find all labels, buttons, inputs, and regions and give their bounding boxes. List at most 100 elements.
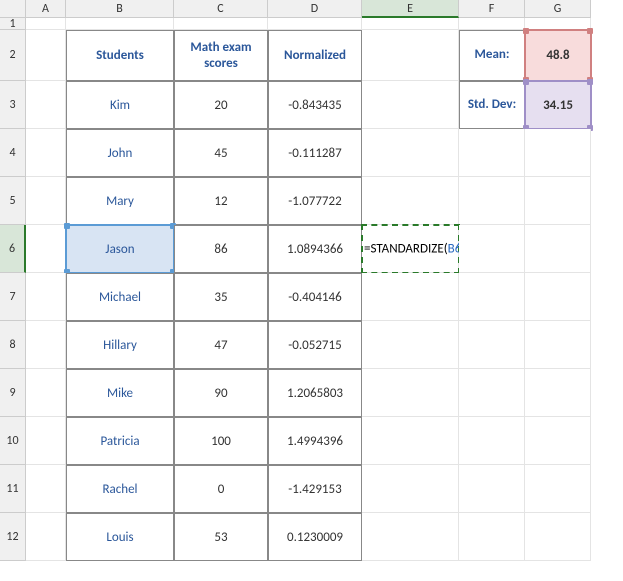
cell-B5[interactable]: Mary bbox=[66, 177, 174, 225]
cell-E12[interactable] bbox=[362, 513, 459, 561]
cell-D2[interactable]: Normalized bbox=[268, 30, 362, 81]
cell-F5[interactable] bbox=[459, 177, 525, 225]
cell-C9[interactable]: 90 bbox=[174, 369, 268, 417]
cell-B12[interactable]: Louis bbox=[66, 513, 174, 561]
cell-C4[interactable]: 45 bbox=[174, 129, 268, 177]
cell-F3[interactable]: Std. Dev: bbox=[459, 81, 525, 129]
cell-F7[interactable] bbox=[459, 273, 525, 321]
cell-F6[interactable] bbox=[459, 225, 525, 273]
cell-F12[interactable] bbox=[459, 513, 525, 561]
cell-D12[interactable]: 0.1230009 bbox=[268, 513, 362, 561]
cell-B3[interactable]: Kim bbox=[66, 81, 174, 129]
cell-D5[interactable]: -1.077722 bbox=[268, 177, 362, 225]
row-header-12[interactable]: 12 bbox=[0, 513, 26, 561]
cell-A2[interactable] bbox=[26, 30, 66, 81]
cell-E9[interactable] bbox=[362, 369, 459, 417]
row-header-5[interactable]: 5 bbox=[0, 177, 26, 225]
row-header-9[interactable]: 9 bbox=[0, 369, 26, 417]
cell-B2[interactable]: Students bbox=[66, 30, 174, 81]
cell-E6[interactable]: =STANDARDIZE(B6;G2;G3) bbox=[362, 225, 459, 273]
cell-E5[interactable] bbox=[362, 177, 459, 225]
row-header-6[interactable]: 6 bbox=[0, 225, 26, 273]
row-header-4[interactable]: 4 bbox=[0, 129, 26, 177]
cell-B9[interactable]: Mike bbox=[66, 369, 174, 417]
cell-D1[interactable] bbox=[268, 18, 362, 30]
col-header-G[interactable]: G bbox=[525, 0, 591, 18]
cell-F11[interactable] bbox=[459, 465, 525, 513]
row-header-2[interactable]: 2 bbox=[0, 30, 26, 81]
cell-E3[interactable] bbox=[362, 81, 459, 129]
cell-A10[interactable] bbox=[26, 417, 66, 465]
cell-C6[interactable]: 86 bbox=[174, 225, 268, 273]
cell-C1[interactable] bbox=[174, 18, 268, 30]
cell-G6[interactable] bbox=[525, 225, 591, 273]
cell-D6[interactable]: 1.0894366 bbox=[268, 225, 362, 273]
cell-B1[interactable] bbox=[66, 18, 174, 30]
cell-B6[interactable]: Jason bbox=[66, 225, 174, 273]
cell-B4[interactable]: John bbox=[66, 129, 174, 177]
cell-B7[interactable]: Michael bbox=[66, 273, 174, 321]
cell-F8[interactable] bbox=[459, 321, 525, 369]
cell-E8[interactable] bbox=[362, 321, 459, 369]
cell-A4[interactable] bbox=[26, 129, 66, 177]
cell-A9[interactable] bbox=[26, 369, 66, 417]
cell-E4[interactable] bbox=[362, 129, 459, 177]
cell-C11[interactable]: 0 bbox=[174, 465, 268, 513]
col-header-E[interactable]: E bbox=[362, 0, 459, 18]
cell-A3[interactable] bbox=[26, 81, 66, 129]
cell-F2[interactable]: Mean: bbox=[459, 30, 525, 81]
col-header-D[interactable]: D bbox=[268, 0, 362, 18]
cell-D7[interactable]: -0.404146 bbox=[268, 273, 362, 321]
cell-G7[interactable] bbox=[525, 273, 591, 321]
row-header-1[interactable]: 1 bbox=[0, 18, 26, 30]
cell-D4[interactable]: -0.111287 bbox=[268, 129, 362, 177]
cell-E2[interactable] bbox=[362, 30, 459, 81]
cell-G10[interactable] bbox=[525, 417, 591, 465]
cell-C10[interactable]: 100 bbox=[174, 417, 268, 465]
cell-G1[interactable] bbox=[525, 18, 591, 30]
cell-A7[interactable] bbox=[26, 273, 66, 321]
cell-G2[interactable]: 48.8 bbox=[525, 30, 591, 81]
cell-D10[interactable]: 1.4994396 bbox=[268, 417, 362, 465]
cell-C5[interactable]: 12 bbox=[174, 177, 268, 225]
cell-F10[interactable] bbox=[459, 417, 525, 465]
cell-D3[interactable]: -0.843435 bbox=[268, 81, 362, 129]
cell-G8[interactable] bbox=[525, 321, 591, 369]
cell-B11[interactable]: Rachel bbox=[66, 465, 174, 513]
row-header-10[interactable]: 10 bbox=[0, 417, 26, 465]
cell-C8[interactable]: 47 bbox=[174, 321, 268, 369]
cell-F9[interactable] bbox=[459, 369, 525, 417]
col-header-A[interactable]: A bbox=[26, 0, 66, 18]
cell-A12[interactable] bbox=[26, 513, 66, 561]
col-header-B[interactable]: B bbox=[66, 0, 174, 18]
cell-E11[interactable] bbox=[362, 465, 459, 513]
cell-F1[interactable] bbox=[459, 18, 525, 30]
cell-B10[interactable]: Patricia bbox=[66, 417, 174, 465]
row-header-7[interactable]: 7 bbox=[0, 273, 26, 321]
cell-C2[interactable]: Math exam scores bbox=[174, 30, 268, 81]
cell-C7[interactable]: 35 bbox=[174, 273, 268, 321]
cell-A6[interactable] bbox=[26, 225, 66, 273]
row-header-3[interactable]: 3 bbox=[0, 81, 26, 129]
cell-A8[interactable] bbox=[26, 321, 66, 369]
cell-C3[interactable]: 20 bbox=[174, 81, 268, 129]
row-header-11[interactable]: 11 bbox=[0, 465, 26, 513]
cell-F4[interactable] bbox=[459, 129, 525, 177]
cell-G12[interactable] bbox=[525, 513, 591, 561]
cell-D9[interactable]: 1.2065803 bbox=[268, 369, 362, 417]
cell-E10[interactable] bbox=[362, 417, 459, 465]
cell-A11[interactable] bbox=[26, 465, 66, 513]
cell-D8[interactable]: -0.052715 bbox=[268, 321, 362, 369]
cell-G9[interactable] bbox=[525, 369, 591, 417]
cell-A5[interactable] bbox=[26, 177, 66, 225]
cell-G4[interactable] bbox=[525, 129, 591, 177]
cell-C12[interactable]: 53 bbox=[174, 513, 268, 561]
col-header-F[interactable]: F bbox=[459, 0, 525, 18]
cell-D11[interactable]: -1.429153 bbox=[268, 465, 362, 513]
cell-G11[interactable] bbox=[525, 465, 591, 513]
cell-B8[interactable]: Hillary bbox=[66, 321, 174, 369]
select-all-corner[interactable] bbox=[0, 0, 26, 18]
cell-E7[interactable] bbox=[362, 273, 459, 321]
cell-G5[interactable] bbox=[525, 177, 591, 225]
cell-G3[interactable]: 34.15 bbox=[525, 81, 591, 129]
